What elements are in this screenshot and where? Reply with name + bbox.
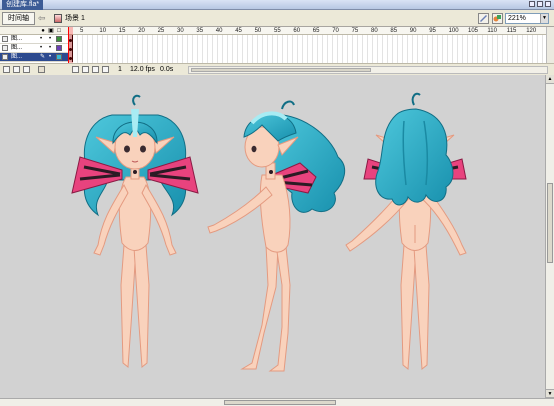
frame-number: 20 [138, 28, 145, 34]
edit-multiple-frames-icon[interactable] [102, 66, 109, 73]
layer-name: 图... [11, 45, 23, 51]
stage-horizontal-scrollbar[interactable] [0, 398, 554, 406]
edit-symbol-icon[interactable] [492, 13, 503, 24]
lock-dot[interactable]: • [49, 53, 51, 61]
playhead[interactable] [68, 27, 73, 63]
lock-icon[interactable]: ▣ [48, 28, 54, 34]
frame-number: 25 [157, 28, 165, 34]
layer-row[interactable]: 图... • • [0, 44, 68, 53]
frame-number: 90 [409, 28, 417, 34]
document-tab[interactable]: 创建库.fla* [2, 0, 44, 10]
frame-number: 115 [506, 28, 517, 34]
timeline-panel: ● ▣ □ 5 10 15 20 25 30 35 40 45 50 55 60 65 70 75 80 85 9… [0, 27, 554, 75]
frame-number: 30 [177, 28, 184, 34]
edit-scene-icon[interactable] [478, 13, 489, 24]
minimize-icon[interactable] [529, 1, 535, 7]
center-frame-icon[interactable] [72, 66, 79, 73]
layer-row[interactable]: 图... ✎ • [0, 53, 68, 62]
layer-name: 图... [11, 36, 23, 42]
outline-color-swatch[interactable] [56, 54, 62, 60]
window-controls [529, 1, 551, 7]
frame-rate[interactable]: 12.0 fps [130, 64, 155, 75]
lock-dot[interactable]: • [49, 44, 51, 52]
edit-bar: 时间轴 ⇦ 场景 1 221% ▼ [0, 10, 554, 27]
outline-color-swatch[interactable] [56, 36, 62, 42]
outline-color-swatch[interactable] [56, 45, 62, 51]
character-front-view[interactable] [71, 94, 199, 368]
character-turnaround-artwork [71, 92, 467, 372]
delete-layer-icon[interactable] [38, 66, 45, 73]
scroll-up-icon[interactable]: ▲ [546, 75, 554, 84]
add-guide-icon[interactable] [13, 66, 20, 73]
frame-number: 70 [332, 28, 339, 34]
document-tab-bar: 创建库.fla* [0, 0, 554, 10]
frame-number: 55 [274, 28, 281, 34]
frame-number: 15 [118, 28, 126, 34]
zoom-select[interactable]: 221% ▼ [505, 13, 549, 24]
visibility-dot[interactable]: • [40, 35, 42, 43]
frame-grid[interactable] [68, 35, 546, 63]
add-folder-icon[interactable] [23, 66, 30, 73]
frame-number: 10 [99, 28, 107, 34]
timeline-toggle-button[interactable]: 时间轴 [2, 12, 35, 25]
close-icon[interactable] [545, 1, 551, 7]
scroll-down-icon[interactable]: ▼ [546, 389, 554, 398]
character-side-view[interactable] [207, 100, 346, 372]
frame-number: 45 [235, 28, 242, 34]
timeline-horizontal-scrollbar[interactable] [188, 66, 548, 74]
visibility-dot[interactable]: • [40, 44, 42, 52]
layer-name: 图... [11, 54, 23, 60]
frame-number: 50 [254, 28, 262, 34]
frame-number: 80 [371, 28, 378, 34]
stage-vertical-scrollbar[interactable]: ▲ ▼ [545, 75, 554, 398]
onion-outline-icon[interactable] [92, 66, 99, 73]
frame-number: 60 [293, 28, 301, 34]
scroll-thumb[interactable] [224, 400, 336, 405]
outline-icon[interactable]: □ [56, 28, 62, 34]
character-back-view[interactable] [345, 92, 467, 370]
zoom-value: 221% [508, 15, 526, 22]
frame-number: 95 [429, 28, 436, 34]
frame-number: 75 [351, 28, 359, 34]
add-layer-icon[interactable] [3, 66, 10, 73]
onion-skin-icon[interactable] [82, 66, 89, 73]
scroll-thumb[interactable] [547, 183, 553, 263]
back-arrow-icon[interactable]: ⇦ [38, 13, 48, 24]
layer-header: ● ▣ □ [0, 27, 68, 35]
timeline-status-bar: 1 12.0 fps 0.0s [0, 63, 554, 75]
layer-row[interactable]: 图... • • [0, 35, 68, 44]
frame-number: 5 [80, 28, 84, 34]
layer-icon [2, 54, 8, 60]
elapsed-time: 0.0s [160, 66, 174, 73]
frame-number: 120 [526, 28, 537, 34]
lock-dot[interactable]: • [49, 35, 51, 43]
layer-icon [2, 36, 8, 42]
frame-ruler[interactable]: 5 10 15 20 25 30 35 40 45 50 55 60 65 70 75 80 85 90 95 100… [68, 27, 546, 35]
eye-icon[interactable]: ● [40, 28, 46, 34]
frame-number: 40 [215, 28, 223, 34]
scroll-thumb[interactable] [191, 68, 371, 72]
current-frame: 1 [118, 66, 122, 73]
frame-number: 65 [312, 28, 320, 34]
frame-number: 100 [448, 28, 459, 34]
timeline-vertical-scrollbar[interactable] [546, 27, 554, 63]
scene-icon [54, 14, 62, 23]
frame-number: 105 [468, 28, 479, 34]
chevron-down-icon[interactable]: ▼ [540, 14, 548, 23]
layer-icon [2, 45, 8, 51]
pencil-icon[interactable]: ✎ [40, 53, 45, 61]
stage[interactable] [0, 75, 545, 398]
frame-number: 35 [196, 28, 204, 34]
frame-number: 85 [390, 28, 398, 34]
frame-number: 110 [487, 28, 497, 34]
restore-icon[interactable] [537, 1, 543, 7]
layer-list: 图... • • 图... • • 图... ✎ • [0, 35, 68, 63]
scene-label[interactable]: 场景 1 [65, 13, 85, 24]
